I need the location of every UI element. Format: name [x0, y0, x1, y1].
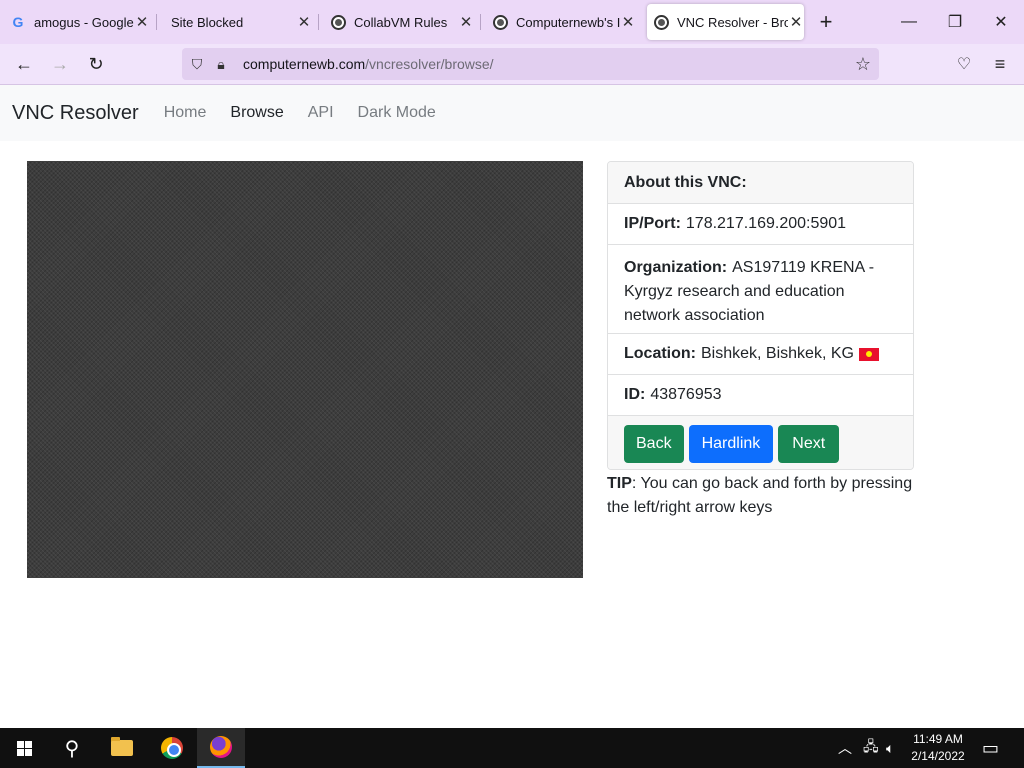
card-header: About this VNC: [608, 162, 913, 204]
shield-icon[interactable]: ⛉ [185, 56, 209, 73]
vnc-info-card: About this VNC: IP/Port: 178.217.169.200… [607, 161, 914, 470]
tab-strip: G amogus - Google Sea ✕ Site Blocked ✕ C… [0, 0, 1024, 44]
nav-dark-mode[interactable]: Dark Mode [358, 104, 436, 122]
tab-computernewb[interactable]: Computernewb's Inte ✕ [486, 4, 636, 40]
site-navbar: VNC Resolver Home Browse API Dark Mode [0, 85, 1024, 141]
collabvm-icon [330, 14, 346, 30]
tab-title: Computernewb's Inte [516, 14, 620, 30]
tab-collabvm-rules[interactable]: CollabVM Rules ✕ [324, 4, 474, 40]
url-bar[interactable]: ⛉ 🔒︎ computernewb.com/vncresolver/browse… [182, 48, 879, 80]
ip-label: IP/Port: [624, 215, 681, 232]
clock[interactable]: 11:49 AM 2/14/2022 [905, 731, 971, 765]
start-button[interactable] [0, 728, 48, 768]
organization-row: Organization: AS197119 KRENA - Kyrgyz res… [608, 245, 913, 334]
bookmark-star-icon[interactable]: ☆ [851, 54, 875, 75]
url-domain: computernewb.com [243, 56, 366, 72]
close-icon[interactable]: ✕ [458, 13, 474, 31]
menu-icon[interactable]: ≡ [985, 49, 1015, 79]
kyrgyzstan-flag-icon [858, 347, 879, 361]
url-path: /vncresolver/browse/ [365, 56, 494, 72]
tip-body: : You can go back and forth by pressing … [607, 475, 913, 516]
back-button[interactable]: Back [624, 424, 684, 463]
minimize-button[interactable]: — [886, 0, 932, 44]
tip-label: TIP [607, 475, 632, 492]
org-label: Organization: [624, 259, 728, 276]
tray-chevron-icon[interactable]: ︿ [838, 728, 852, 768]
back-arrow-icon[interactable]: ← [9, 49, 39, 79]
tab-title: amogus - Google Sea [34, 14, 134, 30]
tab-separator [156, 14, 157, 30]
close-icon[interactable]: ✕ [296, 13, 312, 31]
collabvm-icon [492, 14, 508, 30]
browser-toolbar: ← → ↻ ⛉ 🔒︎ computernewb.com/vncresolver/… [0, 44, 1024, 85]
lock-icon[interactable]: 🔒︎ [209, 56, 233, 73]
chrome-icon [161, 737, 183, 759]
ip-value: 178.217.169.200:5901 [685, 215, 847, 232]
taskbar: ⚲ ︿ 🖧︎ 🔈︎ 11:49 AM 2/14/2022 ▭ [0, 728, 1024, 768]
folder-icon [111, 737, 133, 756]
card-footer: Back Hardlink Next [608, 416, 913, 469]
close-icon[interactable]: ✕ [134, 13, 150, 31]
url-text: computernewb.com/vncresolver/browse/ [243, 56, 494, 72]
close-icon[interactable]: ✕ [620, 13, 636, 31]
reload-icon[interactable]: ↻ [81, 49, 111, 79]
clock-time: 11:49 AM [913, 732, 963, 746]
clock-date: 2/14/2022 [911, 749, 965, 763]
new-tab-button[interactable]: + [808, 0, 844, 44]
tab-title: CollabVM Rules [354, 14, 448, 30]
tab-site-blocked[interactable]: Site Blocked ✕ [162, 4, 312, 40]
nav-api[interactable]: API [308, 104, 334, 122]
id-label: ID: [624, 386, 646, 403]
next-button[interactable]: Next [778, 424, 840, 463]
pocket-icon[interactable]: ♡ [949, 49, 979, 79]
chrome-button[interactable] [148, 728, 196, 768]
hardlink-button[interactable]: Hardlink [688, 424, 774, 463]
tab-google[interactable]: G amogus - Google Sea ✕ [4, 4, 150, 40]
location-value: Bishkek, Bishkek, KG [701, 345, 854, 362]
search-icon: ⚲ [64, 737, 80, 760]
collabvm-icon [653, 14, 669, 30]
close-icon[interactable]: ✕ [788, 13, 804, 31]
location-row: Location: Bishkek, Bishkek, KG [608, 334, 913, 375]
nav-browse[interactable]: Browse [230, 104, 283, 122]
windows-icon [16, 740, 32, 756]
location-label: Location: [624, 345, 696, 362]
tip-text: TIP: You can go back and forth by pressi… [607, 472, 917, 520]
vnc-screenshot [27, 161, 583, 578]
volume-icon[interactable]: 🔈︎ [886, 728, 894, 768]
id-value: 43876953 [650, 386, 722, 403]
tab-vnc-resolver[interactable]: VNC Resolver - Brow ✕ [647, 4, 804, 40]
close-window-button[interactable]: ✕ [978, 0, 1024, 44]
google-icon: G [12, 14, 24, 30]
notification-icon[interactable]: ▭ [982, 728, 999, 768]
file-explorer-button[interactable] [98, 728, 146, 768]
tab-title: Site Blocked [171, 14, 244, 30]
tab-separator [318, 14, 319, 30]
ip-port-row: IP/Port: 178.217.169.200:5901 [608, 204, 913, 245]
restore-button[interactable]: ❐ [932, 0, 978, 44]
tab-separator [480, 14, 481, 30]
firefox-button[interactable] [197, 728, 245, 768]
nav-home[interactable]: Home [164, 104, 207, 122]
id-row: ID: 43876953 [608, 375, 913, 416]
forward-arrow-icon[interactable]: → [45, 49, 75, 79]
search-button[interactable]: ⚲ [48, 728, 96, 768]
network-icon[interactable]: 🖧︎ [863, 728, 879, 768]
site-brand[interactable]: VNC Resolver [12, 102, 139, 125]
firefox-icon [210, 736, 232, 758]
tab-title: VNC Resolver - Brow [677, 14, 788, 30]
